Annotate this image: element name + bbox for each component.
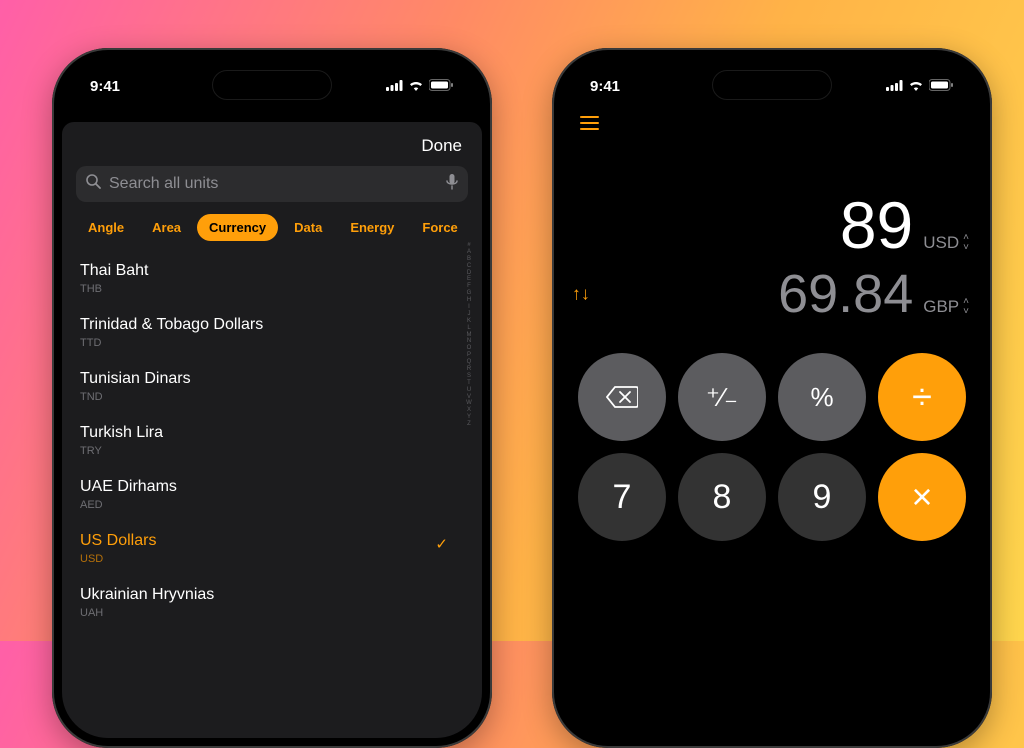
battery-icon <box>429 78 454 95</box>
currency-code: THB <box>80 283 464 295</box>
phone-frame-right: 9:41 89 <box>552 48 992 748</box>
primary-value: 89 <box>840 187 913 263</box>
currency-code: TRY <box>80 445 464 457</box>
currency-name: UAE Dirhams <box>80 477 464 497</box>
status-time: 9:41 <box>590 78 620 95</box>
currency-list[interactable]: Thai Baht THB Trinidad & Tobago Dollars TTD… <box>62 251 482 629</box>
mic-icon[interactable] <box>446 174 458 195</box>
calc-toolbar <box>578 106 966 137</box>
calculator: 89 USD ˄˅ ↑↓ 69.84 GBP ˄˅ ⁺∕₋%÷789× <box>562 106 982 738</box>
tab-currency[interactable]: Currency <box>197 214 278 241</box>
key-divide[interactable]: ÷ <box>878 353 966 441</box>
primary-currency-selector[interactable]: USD ˄˅ <box>923 233 966 261</box>
key-multiply[interactable]: × <box>878 453 966 541</box>
currency-code: TTD <box>80 337 464 349</box>
key-7[interactable]: 7 <box>578 453 666 541</box>
dynamic-island <box>212 70 332 100</box>
calc-display: 89 USD ˄˅ ↑↓ 69.84 GBP ˄˅ <box>578 187 966 345</box>
cellular-icon <box>886 78 903 95</box>
key-9[interactable]: 9 <box>778 453 866 541</box>
dynamic-island <box>712 70 832 100</box>
list-item[interactable]: UAE Dirhams AED <box>62 467 482 521</box>
list-item[interactable]: US Dollars USD <box>62 521 482 575</box>
unit-picker-modal: Done Search all units AngleAreaCurrencyD… <box>62 122 482 738</box>
currency-code: UAH <box>80 607 464 619</box>
currency-code: AED <box>80 499 464 511</box>
tab-angle[interactable]: Angle <box>76 214 136 241</box>
search-icon <box>86 174 101 194</box>
screen-left: 9:41 Done Search all u <box>62 58 482 738</box>
secondary-value: 69.84 <box>778 263 913 325</box>
done-button[interactable]: Done <box>421 136 462 156</box>
key-8[interactable]: 8 <box>678 453 766 541</box>
list-item[interactable]: Turkish Lira TRY <box>62 413 482 467</box>
wifi-icon <box>408 78 424 95</box>
status-icons <box>886 78 954 95</box>
chevron-updown-icon: ˄˅ <box>963 233 966 253</box>
currency-code: USD <box>80 553 464 565</box>
modal-header: Done <box>62 122 482 166</box>
currency-name: Turkish Lira <box>80 423 464 443</box>
search-input[interactable]: Search all units <box>76 166 468 202</box>
status-time: 9:41 <box>90 78 120 95</box>
currency-name: Ukrainian Hryvnias <box>80 585 464 605</box>
wifi-icon <box>908 78 924 95</box>
tab-energy[interactable]: Energy <box>338 214 406 241</box>
currency-name: Tunisian Dinars <box>80 369 464 389</box>
list-item[interactable]: Tunisian Dinars TND <box>62 359 482 413</box>
status-icons <box>386 78 454 95</box>
primary-row: 89 USD ˄˅ <box>578 187 966 263</box>
keypad: ⁺∕₋%÷ 789× <box>578 353 966 551</box>
currency-name: US Dollars <box>80 531 464 551</box>
history-icon[interactable] <box>580 114 600 136</box>
tab-area[interactable]: Area <box>140 214 193 241</box>
swap-icon[interactable]: ↑↓ <box>572 284 590 305</box>
tab-data[interactable]: Data <box>282 214 334 241</box>
currency-code: TND <box>80 391 464 403</box>
category-tabs: AngleAreaCurrencyDataEnergyForceFu <box>62 214 482 251</box>
list-item[interactable]: Ukrainian Hryvnias UAH <box>62 575 482 629</box>
battery-icon <box>929 78 954 95</box>
key-backspace[interactable] <box>578 353 666 441</box>
currency-name: Thai Baht <box>80 261 464 281</box>
list-item[interactable]: Thai Baht THB <box>62 251 482 305</box>
secondary-currency-selector[interactable]: GBP ˄˅ <box>923 297 966 325</box>
key-percent[interactable]: % <box>778 353 866 441</box>
key-sign[interactable]: ⁺∕₋ <box>678 353 766 441</box>
chevron-updown-icon: ˄˅ <box>963 297 966 317</box>
screen-right: 9:41 89 <box>562 58 982 738</box>
tab-fu[interactable]: Fu <box>474 214 482 241</box>
list-item[interactable]: Trinidad & Tobago Dollars TTD <box>62 305 482 359</box>
currency-name: Trinidad & Tobago Dollars <box>80 315 464 335</box>
secondary-row: ↑↓ 69.84 GBP ˄˅ <box>578 263 966 325</box>
alphabet-index[interactable]: #ABCDEFGHIJKLMNOPQRSTUVWXYZ <box>462 242 476 718</box>
tab-force[interactable]: Force <box>410 214 469 241</box>
phone-frame-left: 9:41 Done Search all u <box>52 48 492 748</box>
search-placeholder: Search all units <box>109 175 438 193</box>
cellular-icon <box>386 78 403 95</box>
